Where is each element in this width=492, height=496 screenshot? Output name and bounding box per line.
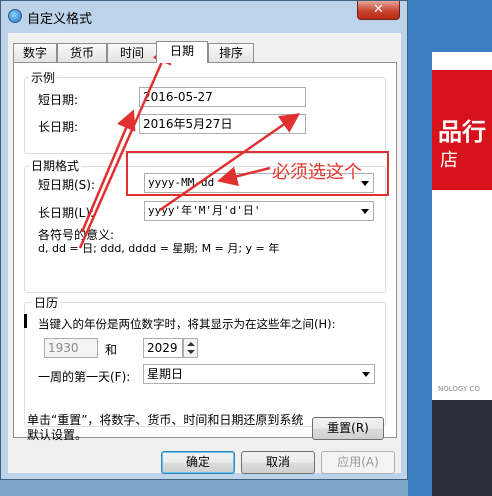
annotation-arrow-to-tab bbox=[78, 43, 172, 249]
tab-date[interactable]: 日期 bbox=[156, 41, 208, 63]
annotation-arrow-to-long-example bbox=[159, 113, 301, 212]
annotation-arrows bbox=[78, 43, 301, 249]
annotation-arrow-to-combo bbox=[217, 166, 271, 187]
annotation-arrow-to-example bbox=[80, 109, 136, 233]
